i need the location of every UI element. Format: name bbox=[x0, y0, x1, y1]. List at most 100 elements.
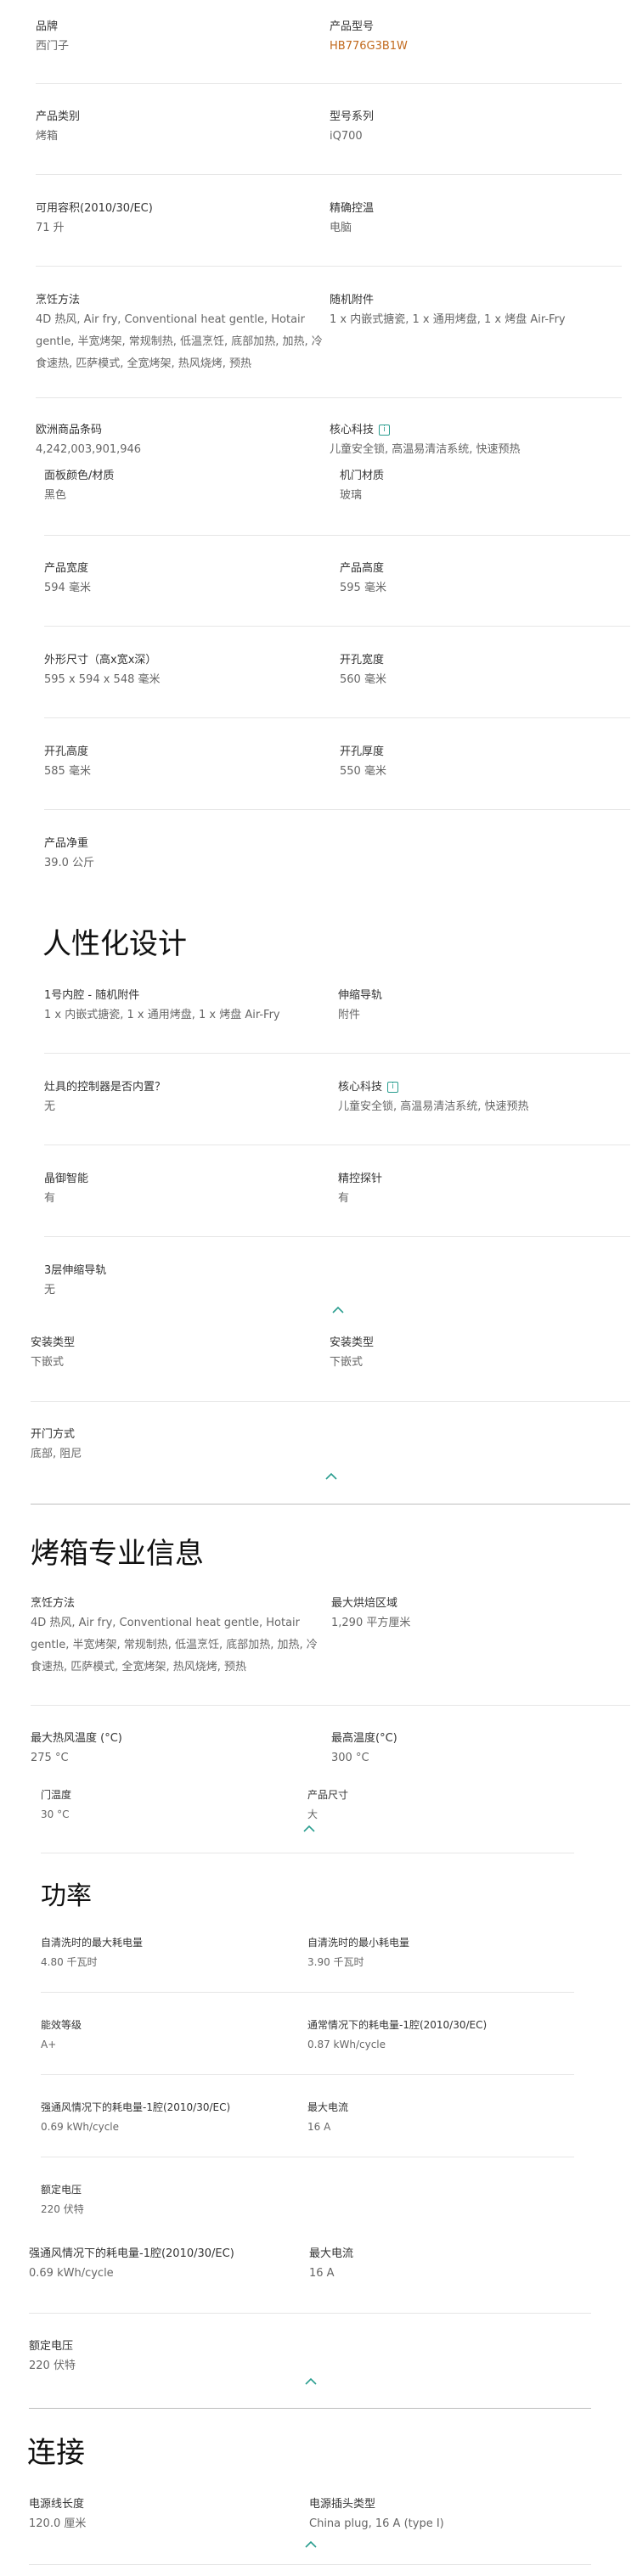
spec-value: 1 x 内嵌式搪瓷, 1 x 通用烤盘, 1 x 烤盘 Air-Fry bbox=[44, 1009, 280, 1021]
spec-item: 最大烘焙区域 1,290 平方厘米 bbox=[331, 1595, 620, 1634]
spec-label: 能效等级 bbox=[41, 2019, 82, 2031]
spec-model: 产品型号 HB776G3B1W bbox=[330, 19, 618, 58]
divider bbox=[36, 174, 622, 175]
spec-label: 外形尺寸（高x宽x深） bbox=[44, 654, 157, 666]
spec-label: 1号内腔 - 随机附件 bbox=[44, 989, 140, 1002]
divider bbox=[44, 1053, 630, 1054]
divider bbox=[41, 2074, 574, 2075]
spec-value: 585 毫米 bbox=[44, 765, 91, 778]
spec-value: 西门子 bbox=[36, 40, 70, 53]
spec-label: 核心科技 i bbox=[338, 1079, 627, 1096]
info-icon[interactable]: i bbox=[387, 1082, 399, 1093]
section-title-oven-info: 烤箱专业信息 bbox=[31, 1537, 204, 1571]
spec-label: 烹饪方法 bbox=[36, 294, 81, 307]
divider bbox=[44, 1236, 630, 1237]
spec-label: 机门材质 bbox=[340, 470, 385, 482]
spec-label-text: 核心科技 bbox=[330, 424, 375, 436]
spec-item: 最大电流 16 A bbox=[307, 2099, 596, 2138]
spec-value: 4D 热风, Air fry, Conventional heat gentle… bbox=[31, 1617, 318, 1673]
spec-item: 核心科技 i 儿童安全锁, 高温易清洁系统, 快速预热 bbox=[338, 1079, 627, 1118]
spec-value: 附件 bbox=[338, 1009, 361, 1021]
spec-item: 安装类型 下嵌式 bbox=[330, 1335, 618, 1374]
spec-value: 电脑 bbox=[330, 222, 352, 234]
spec-value: 有 bbox=[338, 1192, 350, 1205]
divider bbox=[31, 1705, 630, 1706]
info-icon[interactable]: i bbox=[379, 425, 391, 436]
spec-label: 电源线长度 bbox=[29, 2498, 85, 2511]
divider bbox=[44, 535, 630, 536]
spec-label: 灶具的控制器是否内置？ bbox=[44, 1081, 166, 1094]
spec-label: 最大热风温度 (°C) bbox=[31, 1732, 122, 1745]
spec-label: 最大电流 bbox=[309, 2247, 354, 2260]
chevron-up-icon[interactable] bbox=[331, 1304, 345, 1314]
spec-label: 最大烘焙区域 bbox=[331, 1597, 398, 1610]
spec-value: 3.90 千瓦时 bbox=[307, 1956, 364, 1968]
chevron-up-icon[interactable] bbox=[302, 1823, 316, 1833]
spec-label-text: 核心科技 bbox=[338, 1081, 383, 1094]
spec-value: 0.87 kWh/cycle bbox=[307, 2039, 386, 2050]
spec-label: 自清洗时的最大耗电量 bbox=[41, 1937, 144, 1949]
spec-item: 自清洗时的最小耗电量 3.90 千瓦时 bbox=[307, 1934, 596, 1973]
spec-value: 下嵌式 bbox=[330, 1356, 364, 1369]
spec-item: 产品尺寸大 bbox=[307, 1786, 596, 1825]
divider bbox=[44, 626, 630, 627]
spec-item: 产品高度 595 毫米 bbox=[340, 560, 629, 599]
spec-label: 电源插头类型 bbox=[309, 2498, 376, 2511]
spec-value: 烤箱 bbox=[36, 130, 59, 143]
spec-label: 门温度 bbox=[41, 1789, 72, 1801]
spec-label: 额定电压 bbox=[29, 2340, 74, 2353]
spec-item: 电源插头类型 China plug, 16 A (type I) bbox=[309, 2496, 598, 2535]
spec-label: 烹饪方法 bbox=[31, 1597, 76, 1610]
spec-label: 强通风情况下的耗电量-1腔(2010/30/EC) bbox=[29, 2247, 234, 2260]
spec-value: 玻璃 bbox=[340, 489, 363, 502]
divider bbox=[36, 397, 622, 398]
spec-value: 下嵌式 bbox=[31, 1356, 65, 1369]
spec-value: 无 bbox=[44, 1100, 56, 1113]
divider bbox=[31, 1401, 630, 1402]
spec-item: 开孔宽度 560 毫米 bbox=[340, 652, 629, 691]
spec-label: 型号系列 bbox=[330, 110, 375, 123]
spec-item: 能效等级 A+ bbox=[41, 2016, 330, 2056]
spec-label: 产品净重 bbox=[44, 837, 89, 850]
spec-value: 底部, 阻尼 bbox=[31, 1448, 82, 1460]
spec-label: 最高温度(°C) bbox=[331, 1732, 397, 1745]
spec-item: 最大热风温度 (°C) 275 °C bbox=[31, 1730, 319, 1769]
divider bbox=[29, 2564, 591, 2565]
spec-value: 16 A bbox=[309, 2267, 335, 2280]
spec-label: 随机附件 bbox=[330, 294, 375, 307]
spec-value: 儿童安全锁, 高温易清洁系统, 快速预热 bbox=[330, 443, 521, 456]
section-divider bbox=[29, 2408, 591, 2409]
spec-item: 自清洗时的最大耗电量 4.80 千瓦时 bbox=[41, 1934, 330, 1973]
spec-label: 安装类型 bbox=[31, 1336, 76, 1349]
spec-label: 强通风情况下的耗电量-1腔(2010/30/EC) bbox=[41, 2101, 231, 2113]
spec-item: 强通风情况下的耗电量-1腔(2010/30/EC) 0.69 kWh/cycle bbox=[29, 2246, 318, 2285]
spec-label: 可用容积(2010/30/EC) bbox=[36, 202, 153, 215]
spec-value: 560 毫米 bbox=[340, 673, 386, 686]
spec-value: 1,290 平方厘米 bbox=[331, 1617, 411, 1629]
spec-label: 3层伸缩导轨 bbox=[44, 1264, 107, 1277]
spec-label: 欧洲商品条码 bbox=[36, 424, 103, 436]
spec-label: 最大电流 bbox=[307, 2101, 349, 2113]
spec-value: 4D 热风, Air fry, Conventional heat gentle… bbox=[36, 313, 323, 370]
spec-item: 烹饪方法 4D 热风, Air fry, Conventional heat ge… bbox=[31, 1595, 324, 1680]
spec-item: 1号内腔 - 随机附件 1 x 内嵌式搪瓷, 1 x 通用烤盘, 1 x 烤盘 A… bbox=[44, 987, 333, 1026]
spec-item-clipped: 额定电压 220 伏特 bbox=[41, 2181, 330, 2215]
spec-item: 伸缩导轨 附件 bbox=[338, 987, 627, 1026]
spec-value: 30 °C bbox=[41, 1808, 70, 1820]
chevron-up-icon[interactable] bbox=[324, 1471, 338, 1481]
divider bbox=[41, 1992, 574, 1993]
spec-value: China plug, 16 A (type I) bbox=[309, 2517, 444, 2530]
chevron-up-icon[interactable] bbox=[304, 2376, 318, 2386]
spec-value: 0.69 kWh/cycle bbox=[41, 2121, 120, 2133]
spec-value: HB776G3B1W bbox=[330, 40, 408, 53]
spec-item: 精确控温 电脑 bbox=[330, 200, 618, 239]
divider bbox=[44, 809, 630, 810]
spec-item: 门温度 30 °C bbox=[41, 1786, 330, 1825]
spec-item: 机门材质 玻璃 bbox=[340, 468, 629, 507]
spec-label: 精控探针 bbox=[338, 1173, 383, 1185]
spec-item: 额定电压 220 伏特 bbox=[29, 2338, 318, 2377]
spec-item: 晶御智能有 bbox=[44, 1171, 333, 1210]
spec-item: 最高温度(°C) 300 °C bbox=[331, 1730, 620, 1769]
spec-label: 开门方式 bbox=[31, 1428, 76, 1441]
chevron-up-icon[interactable] bbox=[304, 2539, 318, 2549]
